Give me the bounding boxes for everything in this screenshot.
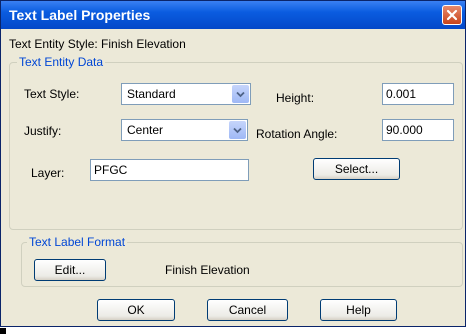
ok-button[interactable]: OK <box>97 299 175 321</box>
help-button[interactable]: Help <box>320 299 397 321</box>
dropdown-arrow-button[interactable] <box>232 85 249 103</box>
chevron-down-icon <box>236 91 245 97</box>
height-input[interactable]: 0.001 <box>382 83 454 105</box>
chevron-down-icon <box>233 127 242 133</box>
edit-format-button[interactable]: Edit... <box>34 259 106 281</box>
justify-value: Center <box>127 123 164 137</box>
text-style-select[interactable]: Standard <box>121 83 251 105</box>
edit-format-button-label: Edit... <box>54 263 86 277</box>
cancel-button[interactable]: Cancel <box>207 299 288 321</box>
justify-select[interactable]: Center <box>121 119 248 141</box>
height-label: Height: <box>276 91 315 105</box>
layer-label: Layer: <box>31 166 65 180</box>
rotation-angle-label: Rotation Angle: <box>256 127 338 141</box>
corner-marker <box>0 328 6 334</box>
title-bar[interactable]: Text Label Properties <box>1 1 465 29</box>
layer-input[interactable]: PFGC <box>90 159 249 181</box>
rotation-angle-value: 90.000 <box>386 123 423 137</box>
dropdown-arrow-button[interactable] <box>229 121 246 139</box>
justify-label: Justify: <box>24 124 62 138</box>
ok-button-label: OK <box>127 303 145 317</box>
layer-value: PFGC <box>94 163 128 177</box>
text-label-properties-dialog: Text Label Properties Text Entity Style:… <box>0 0 466 327</box>
select-layer-button-label: Select... <box>334 162 379 176</box>
close-icon <box>446 9 458 21</box>
label-format-group-title: Text Label Format <box>27 235 128 249</box>
label-format-value: Finish Elevation <box>165 263 250 277</box>
close-button[interactable] <box>442 5 462 25</box>
select-layer-button[interactable]: Select... <box>313 158 400 180</box>
window-title: Text Label Properties <box>9 7 151 23</box>
height-value: 0.001 <box>386 87 417 101</box>
entity-data-group-title: Text Entity Data <box>17 55 106 69</box>
help-button-label: Help <box>346 303 371 317</box>
entity-style-text: Text Entity Style: Finish Elevation <box>9 37 186 51</box>
rotation-angle-input[interactable]: 90.000 <box>382 119 454 141</box>
text-style-label: Text Style: <box>24 87 80 101</box>
text-style-value: Standard <box>127 87 176 101</box>
cancel-button-label: Cancel <box>228 303 267 317</box>
